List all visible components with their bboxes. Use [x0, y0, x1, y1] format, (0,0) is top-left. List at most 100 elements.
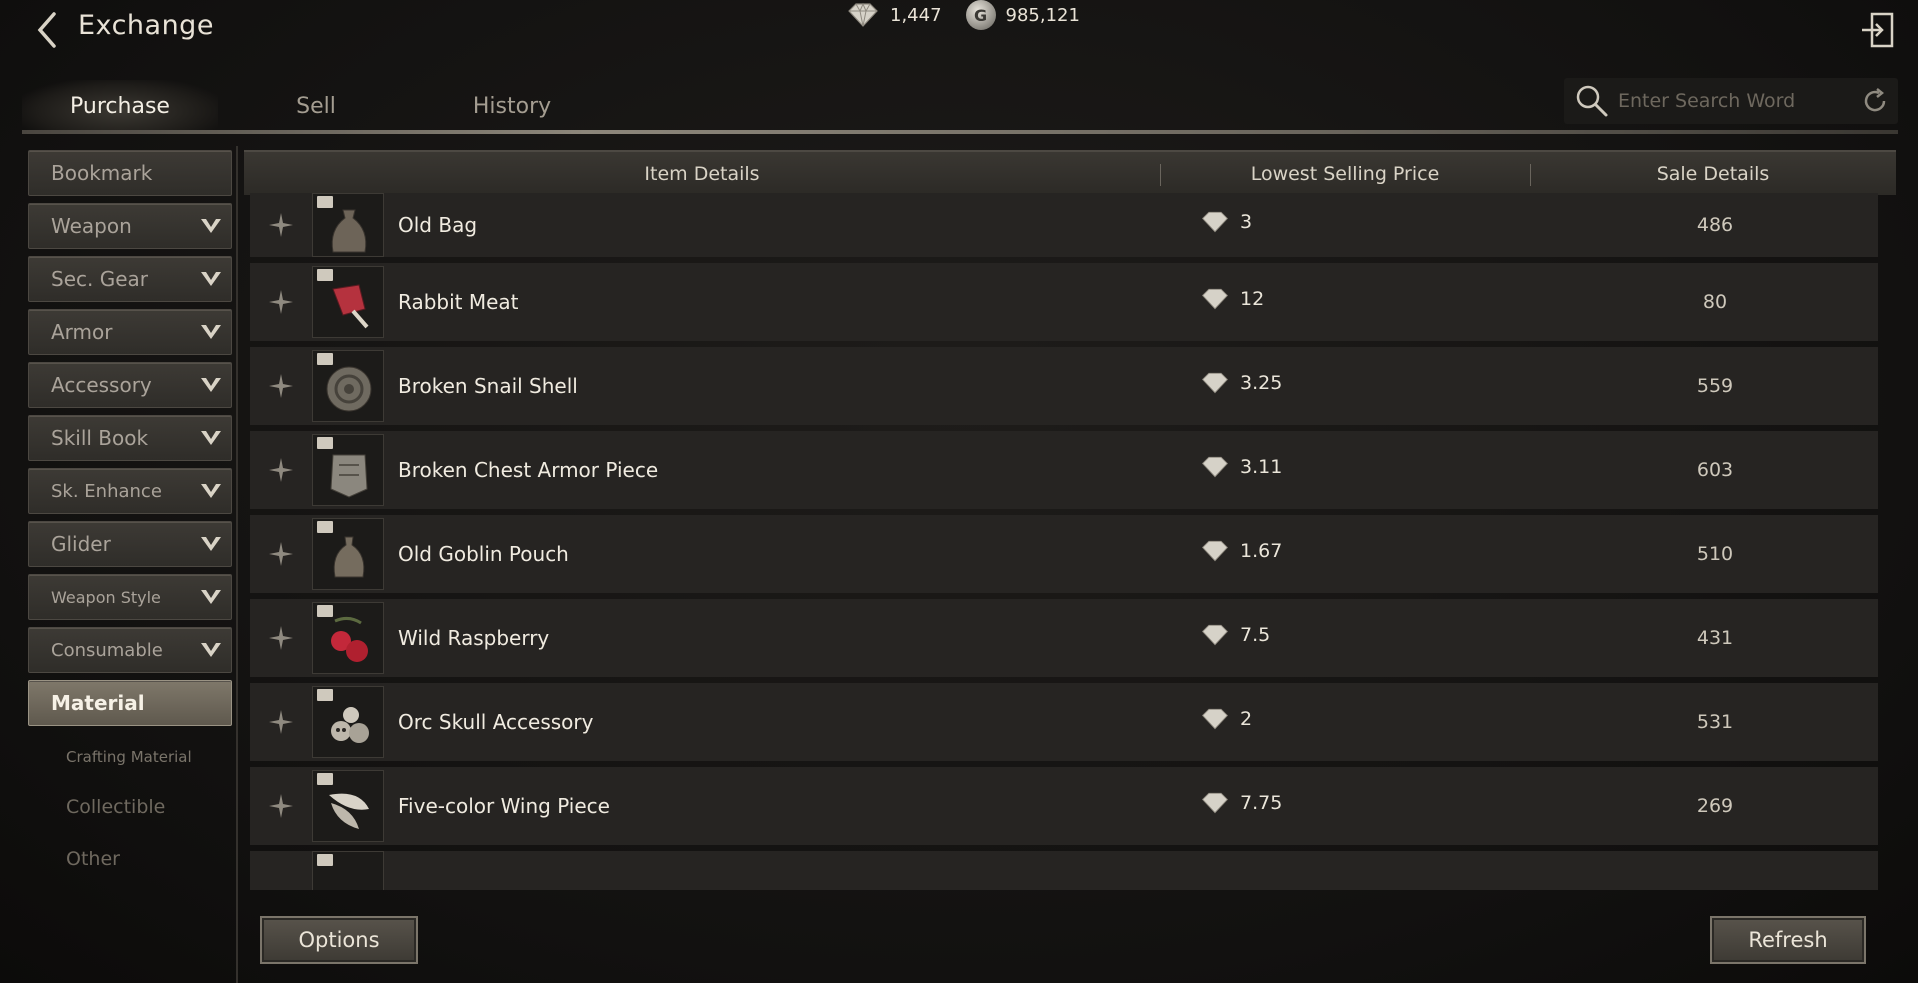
item-thumbnail	[312, 851, 384, 890]
category-consumable[interactable]: Consumable	[28, 627, 232, 673]
diamond-icon	[848, 2, 878, 27]
category-sidebar: Bookmark Weapon Sec. Gear Armor Accessor…	[28, 150, 232, 885]
item-name: Rabbit Meat	[398, 290, 519, 314]
item-thumbnail	[312, 686, 384, 758]
header-lowest-price: Lowest Selling Price	[1160, 152, 1530, 195]
item-name: Old Bag	[398, 213, 478, 237]
category-glider[interactable]: Glider	[28, 521, 232, 567]
refresh-button[interactable]: Refresh	[1710, 916, 1866, 964]
table-header: Item Details Lowest Selling Price Sale D…	[244, 150, 1896, 195]
subcategory-other[interactable]: Other	[28, 833, 232, 885]
chevron-down-icon	[201, 643, 221, 657]
category-bookmark[interactable]: Bookmark	[28, 150, 232, 196]
sale-count: 531	[1696, 711, 1734, 733]
category-label: Sec. Gear	[51, 267, 148, 291]
item-price: 12	[1200, 287, 1570, 311]
item-price: 1.67	[1200, 539, 1570, 563]
item-price: 7.75	[1200, 791, 1570, 815]
category-material[interactable]: Material	[28, 680, 232, 726]
category-label: Consumable	[51, 639, 163, 661]
item-name: Broken Chest Armor Piece	[398, 458, 659, 482]
shell-icon	[326, 366, 372, 412]
item-price: 2	[1200, 707, 1570, 731]
table-row[interactable]: Old Goblin Pouch 1.67 510	[250, 515, 1878, 593]
item-thumbnail	[312, 602, 384, 674]
item-name: Orc Skull Accessory	[398, 710, 594, 734]
bag-icon	[331, 209, 367, 253]
item-thumbnail	[312, 434, 384, 506]
price-value: 3	[1240, 211, 1253, 233]
pouch-icon	[333, 536, 365, 578]
search-input[interactable]	[1618, 90, 1848, 112]
category-label: Glider	[51, 532, 111, 556]
reset-icon[interactable]	[1860, 86, 1890, 116]
category-label: Sk. Enhance	[51, 480, 162, 502]
header-sale-details: Sale Details	[1530, 152, 1896, 195]
sale-count: 269	[1696, 795, 1734, 817]
category-weapon-style[interactable]: Weapon Style	[28, 574, 232, 620]
bookmark-star-icon[interactable]	[266, 287, 296, 317]
category-sk-enhance[interactable]: Sk. Enhance	[28, 468, 232, 514]
category-label: Accessory	[51, 373, 152, 397]
bookmark-star-icon[interactable]	[266, 791, 296, 821]
item-name: Broken Snail Shell	[398, 374, 578, 398]
back-arrow-icon[interactable]	[32, 10, 62, 50]
wing-icon	[329, 793, 369, 829]
table-row[interactable]	[250, 851, 1878, 890]
category-armor[interactable]: Armor	[28, 309, 232, 355]
tab-sell[interactable]: Sell	[218, 80, 414, 132]
item-name: Wild Raspberry	[398, 626, 550, 650]
top-bar: Exchange 1,447 G 985,121	[0, 0, 1918, 60]
diamond-icon	[1202, 792, 1228, 814]
sidebar-divider	[236, 146, 238, 983]
bookmark-star-icon[interactable]	[266, 455, 296, 485]
bookmark-star-icon[interactable]	[266, 210, 296, 240]
table-row[interactable]: Broken Snail Shell 3.25 559	[250, 347, 1878, 425]
item-table: Item Details Lowest Selling Price Sale D…	[244, 150, 1896, 890]
bookmark-star-icon[interactable]	[266, 371, 296, 401]
category-weapon[interactable]: Weapon	[28, 203, 232, 249]
price-value: 7.5	[1240, 624, 1271, 646]
subcategory-crafting-material[interactable]: Crafting Material	[28, 733, 232, 781]
category-sec-gear[interactable]: Sec. Gear	[28, 256, 232, 302]
tab-purchase[interactable]: Purchase	[22, 80, 218, 132]
subcategory-collectible[interactable]: Collectible	[28, 781, 232, 833]
bookmark-star-icon[interactable]	[266, 707, 296, 737]
chevron-down-icon	[201, 431, 221, 445]
table-row[interactable]: Broken Chest Armor Piece 3.11 603	[250, 431, 1878, 509]
table-row[interactable]: Wild Raspberry 7.5 431	[250, 599, 1878, 677]
item-thumbnail	[312, 770, 384, 842]
price-value: 3.25	[1240, 372, 1283, 394]
chevron-down-icon	[201, 590, 221, 604]
search-box	[1564, 78, 1898, 124]
exit-icon[interactable]	[1860, 10, 1896, 50]
sale-count: 80	[1702, 291, 1728, 313]
category-accessory[interactable]: Accessory	[28, 362, 232, 408]
chevron-down-icon	[201, 219, 221, 233]
raspberry-icon	[331, 616, 368, 662]
chevron-down-icon	[201, 325, 221, 339]
category-label: Weapon	[51, 214, 132, 238]
table-row[interactable]: Orc Skull Accessory 2 531	[250, 683, 1878, 761]
options-button[interactable]: Options	[260, 916, 418, 964]
chevron-down-icon	[201, 484, 221, 498]
header-item-details: Item Details	[644, 162, 760, 185]
skull-icon	[331, 707, 369, 743]
diamond-icon	[1202, 288, 1228, 310]
table-row[interactable]: Rabbit Meat 12 80	[250, 263, 1878, 341]
item-name: Old Goblin Pouch	[398, 542, 569, 566]
diamond-icon	[1202, 456, 1228, 478]
currency-display: 1,447 G 985,121	[846, 0, 1080, 30]
category-skill-book[interactable]: Skill Book	[28, 415, 232, 461]
bookmark-star-icon[interactable]	[266, 623, 296, 653]
item-price: 3.25	[1200, 371, 1570, 395]
armor-piece-icon	[330, 454, 368, 498]
search-icon[interactable]	[1572, 81, 1612, 121]
table-row[interactable]: Five-color Wing Piece 7.75 269	[250, 767, 1878, 845]
tab-history[interactable]: History	[414, 80, 610, 132]
coin-balance: 985,121	[1005, 4, 1080, 26]
bookmark-star-icon[interactable]	[266, 539, 296, 569]
gem-balance: 1,447	[890, 4, 942, 26]
table-row[interactable]: Old Bag 3 486	[250, 193, 1878, 257]
item-thumbnail	[312, 266, 384, 338]
